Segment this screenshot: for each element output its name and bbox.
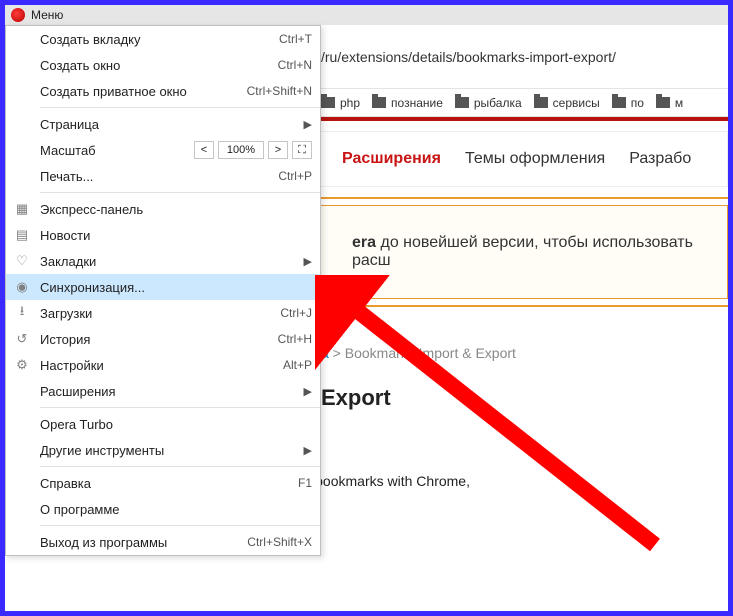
zoom-full-button[interactable]: ⛶ (292, 141, 312, 159)
bookmark-item[interactable]: php (321, 96, 360, 110)
bookmark-item[interactable]: рыбалка (455, 96, 522, 110)
menu-sync[interactable]: ◉Синхронизация... (6, 274, 320, 300)
tab-developer[interactable]: Разрабо (629, 150, 691, 168)
folder-icon (455, 97, 469, 108)
heart-icon: ♡ (14, 253, 30, 269)
menu-new-private[interactable]: Создать приватное окноCtrl+Shift+N (6, 78, 320, 104)
folder-icon (321, 97, 335, 108)
menu-other-tools[interactable]: Другие инструменты▶ (6, 437, 320, 463)
zoom-in-button[interactable]: > (268, 141, 288, 159)
menu-button[interactable]: Меню (31, 8, 63, 22)
bookmark-item[interactable]: по (612, 96, 644, 110)
menu-exit[interactable]: Выход из программыCtrl+Shift+X (6, 529, 320, 555)
titlebar: Меню (5, 5, 728, 25)
zoom-value: 100% (218, 141, 264, 159)
bookmark-item[interactable]: познание (372, 96, 443, 110)
folder-icon (612, 97, 626, 108)
page-title: Export (321, 385, 728, 411)
tab-extensions[interactable]: Расширения (342, 150, 441, 168)
menu-settings[interactable]: ⚙НастройкиAlt+P (6, 352, 320, 378)
tab-themes[interactable]: Темы оформления (465, 150, 605, 168)
menu-turbo[interactable]: Opera Turbo (6, 411, 320, 437)
bookmark-item[interactable]: м (656, 96, 683, 110)
menu-about[interactable]: О программе (6, 496, 320, 522)
menu-zoom[interactable]: Масштаб < 100% > ⛶ (6, 137, 320, 163)
menu-history[interactable]: ↺ИсторияCtrl+H (6, 326, 320, 352)
menu-help[interactable]: СправкаF1 (6, 470, 320, 496)
menu-new-window[interactable]: Создать окноCtrl+N (6, 52, 320, 78)
menu-page[interactable]: Страница▶ (6, 111, 320, 137)
menu-extensions[interactable]: Расширения▶ (6, 378, 320, 404)
news-icon: ▤ (14, 227, 30, 243)
menu-print[interactable]: Печать...Ctrl+P (6, 163, 320, 189)
gear-icon: ⚙ (14, 357, 30, 373)
folder-icon (372, 97, 386, 108)
history-icon: ↺ (14, 331, 30, 347)
folder-icon (656, 97, 670, 108)
download-icon: ⭳ (14, 305, 30, 321)
menu-bookmarks[interactable]: ♡Закладки▶ (6, 248, 320, 274)
opera-logo-icon (11, 8, 25, 22)
menu-news[interactable]: ▤Новости (6, 222, 320, 248)
menu-new-tab[interactable]: Создать вкладкуCtrl+T (6, 26, 320, 52)
folder-icon (534, 97, 548, 108)
breadcrumb-link[interactable]: a (321, 345, 329, 361)
user-icon: ◉ (14, 279, 30, 295)
zoom-out-button[interactable]: < (194, 141, 214, 159)
grid-icon: ▦ (14, 201, 30, 217)
breadcrumb: a > Bookmarks Import & Export (321, 345, 728, 361)
menu-downloads[interactable]: ⭳ЗагрузкиCtrl+J (6, 300, 320, 326)
menu-speed-dial[interactable]: ▦Экспресс-панель (6, 196, 320, 222)
main-menu: Создать вкладкуCtrl+T Создать окноCtrl+N… (5, 25, 321, 556)
bookmark-item[interactable]: сервисы (534, 96, 600, 110)
